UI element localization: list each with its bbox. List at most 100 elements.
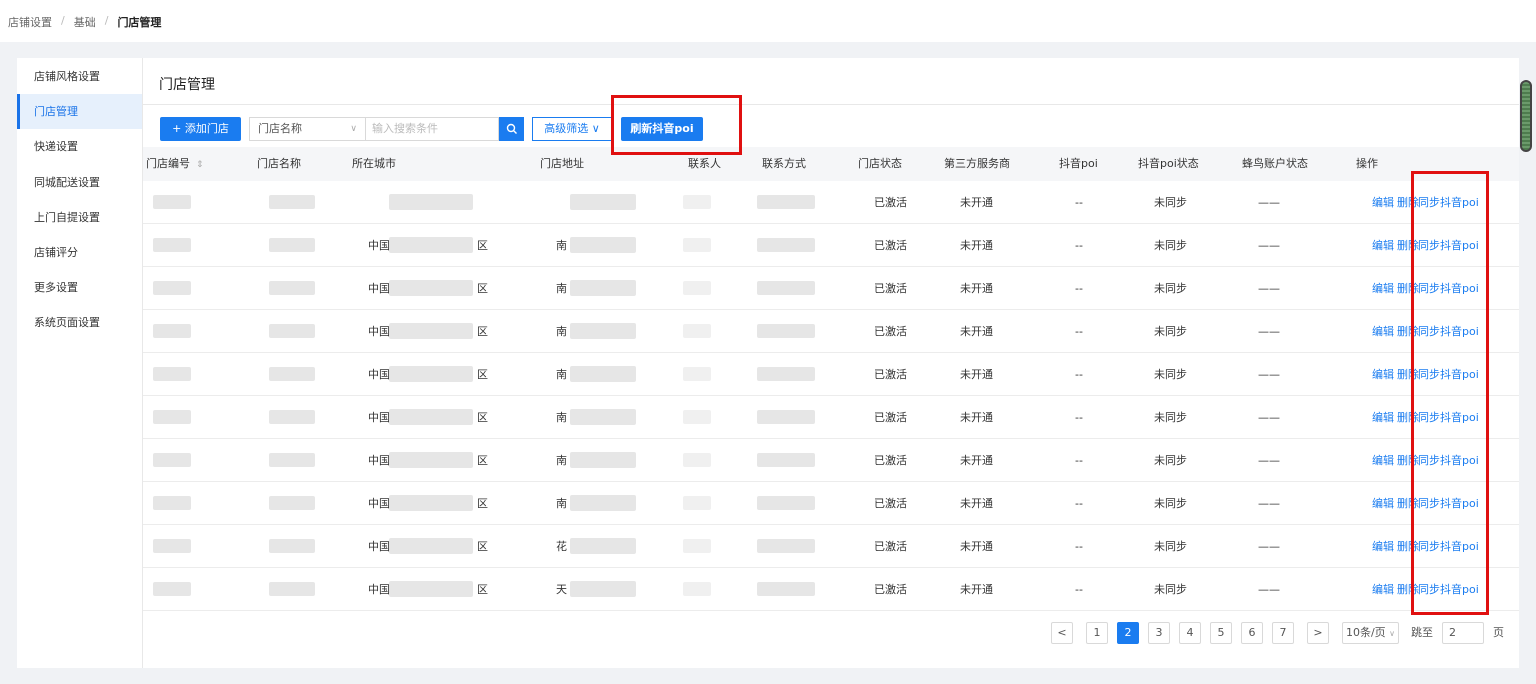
- redacted-store-name: [269, 539, 315, 553]
- address-prefix: 南: [556, 368, 567, 381]
- page-button[interactable]: 7: [1272, 622, 1294, 644]
- store-status: 已激活: [874, 325, 907, 338]
- city-suffix: 区: [477, 368, 488, 381]
- city-suffix: 区: [477, 282, 488, 295]
- edit-link[interactable]: 编辑: [1372, 310, 1394, 353]
- sort-icon[interactable]: ⇕: [196, 160, 204, 170]
- redacted-city: [389, 452, 473, 468]
- edit-link[interactable]: 编辑: [1372, 396, 1394, 439]
- redacted-phone: [757, 496, 815, 510]
- delete-link[interactable]: 删除: [1397, 181, 1419, 224]
- edit-link[interactable]: 编辑: [1372, 353, 1394, 396]
- delete-link[interactable]: 删除: [1397, 525, 1419, 568]
- goto-page-input[interactable]: 2: [1442, 622, 1484, 644]
- sidebar-item-express[interactable]: 快递设置: [17, 129, 142, 164]
- sync-douyin-poi-link[interactable]: 同步抖音poi: [1418, 568, 1479, 611]
- page-size-select[interactable]: 10条/页 ∨: [1342, 622, 1399, 644]
- page-title: 门店管理: [159, 77, 215, 93]
- city-suffix: 区: [477, 325, 488, 338]
- redacted-store-id: [153, 539, 191, 553]
- edit-link[interactable]: 编辑: [1372, 525, 1394, 568]
- edit-link[interactable]: 编辑: [1372, 181, 1394, 224]
- redacted-store-id: [153, 453, 191, 467]
- edit-link[interactable]: 编辑: [1372, 439, 1394, 482]
- third-party-provider: 未开通: [960, 497, 993, 510]
- page-button[interactable]: 5: [1210, 622, 1232, 644]
- sync-douyin-poi-link[interactable]: 同步抖音poi: [1418, 525, 1479, 568]
- sidebar-item-style[interactable]: 店铺风格设置: [17, 59, 142, 94]
- sync-douyin-poi-link[interactable]: 同步抖音poi: [1418, 310, 1479, 353]
- edit-link[interactable]: 编辑: [1372, 267, 1394, 310]
- column-header[interactable]: 门店编号 ⇕: [146, 147, 204, 181]
- refresh-douyin-poi-button[interactable]: 刷新抖音poi: [621, 117, 703, 141]
- douyin-poi-status: 未同步: [1154, 196, 1187, 209]
- prev-page-button[interactable]: <: [1051, 622, 1073, 644]
- redacted-phone: [757, 195, 815, 209]
- sidebar-item-rating[interactable]: 店铺评分: [17, 235, 142, 270]
- redacted-city: [389, 538, 473, 554]
- edit-link[interactable]: 编辑: [1372, 568, 1394, 611]
- page-button[interactable]: 6: [1241, 622, 1263, 644]
- sidebar-item-store-management[interactable]: 门店管理: [17, 94, 142, 129]
- search-field-select[interactable]: 门店名称 ∨: [249, 117, 366, 141]
- scrollbar[interactable]: [1520, 80, 1532, 152]
- next-page-button[interactable]: >: [1307, 622, 1329, 644]
- sidebar-item-pickup[interactable]: 上门自提设置: [17, 200, 142, 235]
- redacted-address: [570, 366, 636, 382]
- sync-douyin-poi-link[interactable]: 同步抖音poi: [1418, 396, 1479, 439]
- redacted-phone: [757, 281, 815, 295]
- breadcrumb-item-basic[interactable]: 基础: [74, 14, 96, 30]
- redacted-city: [389, 366, 473, 382]
- sidebar-item-system-pages[interactable]: 系统页面设置: [17, 305, 142, 340]
- sync-douyin-poi-link[interactable]: 同步抖音poi: [1418, 181, 1479, 224]
- third-party-provider: 未开通: [960, 454, 993, 467]
- delete-link[interactable]: 删除: [1397, 439, 1419, 482]
- sync-douyin-poi-link[interactable]: 同步抖音poi: [1418, 439, 1479, 482]
- add-store-button[interactable]: + 添加门店: [160, 117, 241, 141]
- search-button[interactable]: [499, 117, 524, 141]
- sidebar-item-city-delivery[interactable]: 同城配送设置: [17, 165, 142, 200]
- douyin-poi: --: [1075, 540, 1083, 553]
- page-button[interactable]: 4: [1179, 622, 1201, 644]
- delete-link[interactable]: 删除: [1397, 482, 1419, 525]
- sync-douyin-poi-link[interactable]: 同步抖音poi: [1418, 482, 1479, 525]
- delete-link[interactable]: 删除: [1397, 310, 1419, 353]
- redacted-store-id: [153, 582, 191, 596]
- address-prefix: 南: [556, 454, 567, 467]
- column-header: 操作: [1356, 157, 1378, 170]
- third-party-provider: 未开通: [960, 239, 993, 252]
- city-suffix: 区: [477, 540, 488, 553]
- column-header: 抖音poi: [1059, 157, 1098, 170]
- address-prefix: 花: [556, 540, 567, 553]
- search-input[interactable]: 输入搜索条件: [365, 117, 499, 141]
- breadcrumb-separator: /: [61, 14, 65, 27]
- redacted-city: [389, 409, 473, 425]
- redacted-phone: [757, 410, 815, 424]
- store-status: 已激活: [874, 239, 907, 252]
- sync-douyin-poi-link[interactable]: 同步抖音poi: [1418, 353, 1479, 396]
- sidebar-item-more[interactable]: 更多设置: [17, 270, 142, 305]
- delete-link[interactable]: 删除: [1397, 568, 1419, 611]
- delete-link[interactable]: 删除: [1397, 353, 1419, 396]
- sync-douyin-poi-link[interactable]: 同步抖音poi: [1418, 267, 1479, 310]
- city-suffix: 区: [477, 497, 488, 510]
- delete-link[interactable]: 删除: [1397, 396, 1419, 439]
- sync-douyin-poi-link[interactable]: 同步抖音poi: [1418, 224, 1479, 267]
- breadcrumb-item-current: 门店管理: [117, 16, 162, 29]
- edit-link[interactable]: 编辑: [1372, 482, 1394, 525]
- delete-link[interactable]: 删除: [1397, 267, 1419, 310]
- douyin-poi: --: [1075, 239, 1083, 252]
- third-party-provider: 未开通: [960, 540, 993, 553]
- breadcrumb-item-store-settings[interactable]: 店铺设置: [8, 14, 52, 30]
- delete-link[interactable]: 删除: [1397, 224, 1419, 267]
- douyin-poi: --: [1075, 196, 1083, 209]
- edit-link[interactable]: 编辑: [1372, 224, 1394, 267]
- redacted-contact: [683, 496, 711, 510]
- advanced-filter-button[interactable]: 高级筛选 ∨: [532, 117, 612, 141]
- page-button[interactable]: 1: [1086, 622, 1108, 644]
- column-header: 蜂鸟账户状态: [1242, 157, 1308, 170]
- page-button-current[interactable]: 2: [1117, 622, 1139, 644]
- column-header: 门店状态: [858, 157, 902, 170]
- store-status: 已激活: [874, 196, 907, 209]
- page-button[interactable]: 3: [1148, 622, 1170, 644]
